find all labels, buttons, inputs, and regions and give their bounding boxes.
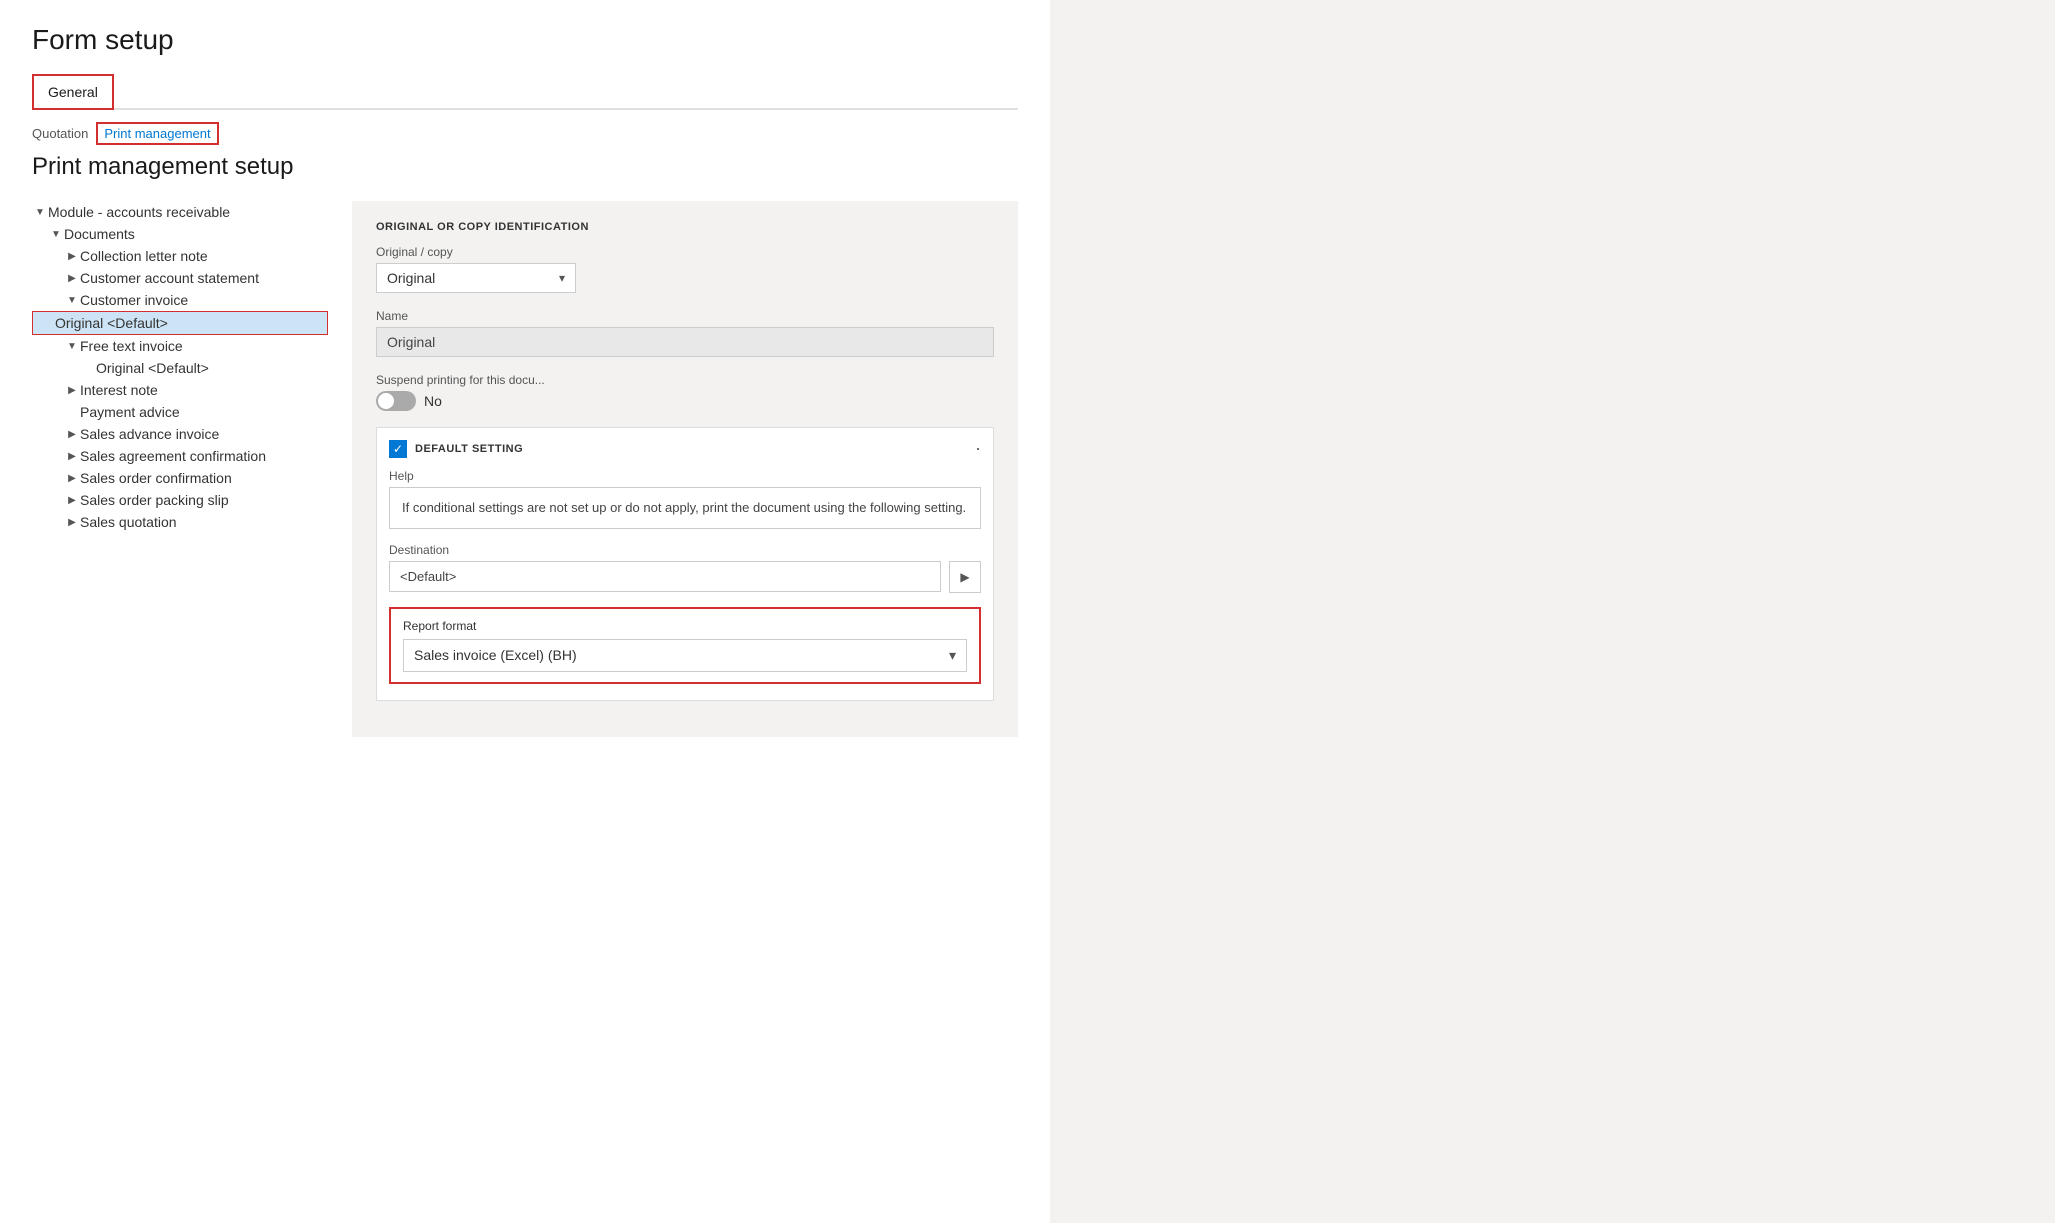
arrow-customer-account: ▶: [64, 273, 80, 284]
breadcrumb-quotation: Quotation: [32, 126, 88, 141]
tree-label-original-default: Original <Default>: [55, 315, 321, 331]
destination-arrow-icon: ▶: [960, 570, 969, 584]
tree-label-original-default-2: Original <Default>: [96, 360, 328, 376]
report-format-chevron-icon: ▾: [949, 647, 956, 664]
tree-label-sales-order-confirmation: Sales order confirmation: [80, 470, 328, 486]
tree-item-module[interactable]: ▼ Module - accounts receivable: [32, 201, 328, 223]
tree-label-customer-invoice: Customer invoice: [80, 292, 328, 308]
help-label: Help: [389, 469, 981, 483]
tree-item-interest-note[interactable]: ▶ Interest note: [32, 379, 328, 401]
tree-label-payment-advice: Payment advice: [80, 404, 328, 420]
tree-item-payment-advice[interactable]: Payment advice: [32, 401, 328, 423]
name-field-group: Name Original: [376, 309, 994, 357]
breadcrumb: Quotation Print management: [32, 122, 1018, 145]
tab-bar: General: [32, 74, 1018, 110]
detail-panel: ORIGINAL OR COPY IDENTIFICATION Original…: [352, 201, 1018, 737]
tree-item-sales-agreement[interactable]: ▶ Sales agreement confirmation: [32, 445, 328, 467]
name-label: Name: [376, 309, 994, 323]
suspend-toggle-row: No: [376, 391, 994, 411]
suspend-toggle[interactable]: [376, 391, 416, 411]
tree-item-collection-letter[interactable]: ▶ Collection letter note: [32, 245, 328, 267]
arrow-module: ▼: [32, 207, 48, 218]
tree-label-interest-note: Interest note: [80, 382, 328, 398]
tree-item-original-default-2[interactable]: Original <Default>: [32, 357, 328, 379]
arrow-interest-note: ▶: [64, 385, 80, 396]
destination-value: <Default>: [389, 561, 941, 592]
page-title: Form setup: [32, 24, 1018, 56]
suspend-value: No: [424, 393, 442, 409]
help-text: If conditional settings are not set up o…: [389, 487, 981, 529]
main-content: ▼ Module - accounts receivable ▼ Documen…: [32, 201, 1018, 737]
default-setting-header[interactable]: ✓ DEFAULT SETTING ·: [377, 428, 993, 469]
arrow-free-text-invoice: ▼: [64, 341, 80, 352]
print-management-link[interactable]: Print management: [96, 122, 218, 145]
report-format-select[interactable]: Sales invoice (Excel) (BH) ▾: [403, 639, 967, 672]
tree-item-sales-advance-invoice[interactable]: ▶ Sales advance invoice: [32, 423, 328, 445]
tree-label-sales-agreement: Sales agreement confirmation: [80, 448, 328, 464]
report-format-value: Sales invoice (Excel) (BH): [414, 647, 577, 663]
original-copy-section-header: ORIGINAL OR COPY IDENTIFICATION: [376, 221, 994, 233]
default-setting-checkbox[interactable]: ✓: [389, 440, 407, 458]
tree-item-sales-quotation[interactable]: ▶ Sales quotation: [32, 511, 328, 533]
destination-button[interactable]: ▶: [949, 561, 981, 593]
report-format-section: Report format Sales invoice (Excel) (BH)…: [389, 607, 981, 684]
tree-item-sales-order-confirmation[interactable]: ▶ Sales order confirmation: [32, 467, 328, 489]
tree-label-documents: Documents: [64, 226, 328, 242]
tree-item-sales-order-packing[interactable]: ▶ Sales order packing slip: [32, 489, 328, 511]
tree-label-collection-letter: Collection letter note: [80, 248, 328, 264]
arrow-sales-order-packing: ▶: [64, 495, 80, 506]
original-copy-value: Original: [387, 270, 435, 286]
arrow-sales-advance-invoice: ▶: [64, 429, 80, 440]
original-copy-select[interactable]: Original ▾: [376, 263, 576, 293]
suspend-field-group: Suspend printing for this docu... No: [376, 373, 994, 411]
original-copy-field-group: Original / copy Original ▾: [376, 245, 994, 293]
tree-label-sales-order-packing: Sales order packing slip: [80, 492, 328, 508]
arrow-sales-order-confirmation: ▶: [64, 473, 80, 484]
tree-item-customer-account[interactable]: ▶ Customer account statement: [32, 267, 328, 289]
tree-item-customer-invoice[interactable]: ▼ Customer invoice: [32, 289, 328, 311]
print-management-section-title: Print management setup: [32, 153, 1018, 181]
original-copy-label: Original / copy: [376, 245, 994, 259]
arrow-collection-letter: ▶: [64, 251, 80, 262]
arrow-sales-quotation: ▶: [64, 517, 80, 528]
default-setting-section: ✓ DEFAULT SETTING · Help If conditional …: [376, 427, 994, 701]
tree-label-sales-quotation: Sales quotation: [80, 514, 328, 530]
tree-item-free-text-invoice[interactable]: ▼ Free text invoice: [32, 335, 328, 357]
tree-label-sales-advance-invoice: Sales advance invoice: [80, 426, 328, 442]
arrow-customer-invoice: ▼: [64, 295, 80, 306]
arrow-documents: ▼: [48, 229, 64, 240]
tree-label-customer-account: Customer account statement: [80, 270, 328, 286]
tree-label-module: Module - accounts receivable: [48, 204, 328, 220]
dot-menu-icon[interactable]: ·: [975, 438, 981, 459]
suspend-label: Suspend printing for this docu...: [376, 373, 994, 387]
report-format-label: Report format: [403, 619, 967, 633]
checkmark-icon: ✓: [393, 442, 403, 456]
destination-label: Destination: [389, 543, 981, 557]
name-value: Original: [376, 327, 994, 357]
default-setting-title: DEFAULT SETTING: [415, 443, 523, 455]
default-setting-body: Help If conditional settings are not set…: [377, 469, 993, 700]
tab-general[interactable]: General: [32, 74, 114, 110]
tree-item-documents[interactable]: ▼ Documents: [32, 223, 328, 245]
tree-item-original-default[interactable]: Original <Default>: [32, 311, 328, 335]
destination-row: <Default> ▶: [389, 561, 981, 593]
suspend-toggle-knob: [378, 393, 394, 409]
tree-label-free-text-invoice: Free text invoice: [80, 338, 328, 354]
original-copy-chevron-icon: ▾: [559, 271, 565, 285]
tree-panel: ▼ Module - accounts receivable ▼ Documen…: [32, 201, 352, 737]
help-section: Help If conditional settings are not set…: [389, 469, 981, 529]
arrow-sales-agreement: ▶: [64, 451, 80, 462]
